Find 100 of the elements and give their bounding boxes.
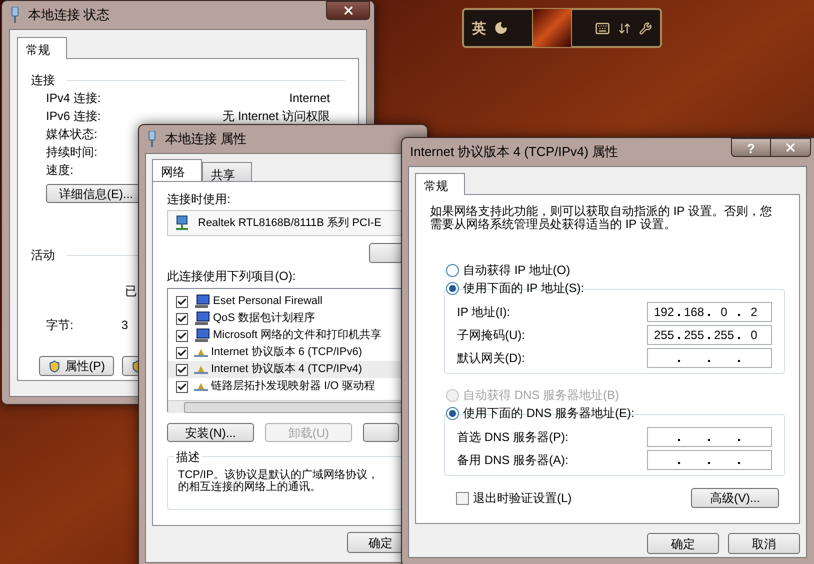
- field-label: 连接时使用:: [167, 191, 232, 208]
- checkbox[interactable]: [176, 330, 188, 342]
- protocol-icon: [194, 366, 208, 374]
- checkbox[interactable]: [456, 492, 469, 504]
- field-value: Internet: [289, 90, 330, 107]
- properties-item-button[interactable]: [363, 423, 399, 442]
- octet-separator: [708, 360, 710, 362]
- tab[interactable]: 常规: [17, 37, 67, 59]
- window-title: Internet 协议版本 4 (TCP/IPv4) 属性: [410, 143, 618, 162]
- ip-address-field[interactable]: [647, 348, 772, 368]
- close-icon: [342, 4, 354, 17]
- tab[interactable]: 共享: [202, 162, 252, 181]
- radio-label: 自动获得 IP 地址(O): [463, 262, 570, 279]
- wrench-icon[interactable]: [639, 22, 652, 34]
- window-title: 本地连接 属性: [165, 130, 247, 148]
- octet-text: 255: [714, 328, 734, 342]
- octet-separator: [708, 462, 710, 464]
- field-label: 持续时间:: [46, 144, 98, 161]
- keyboard-icon[interactable]: [595, 20, 610, 36]
- octet-text: 255: [684, 328, 704, 342]
- dialog-button[interactable]: 取消: [728, 533, 800, 554]
- ip-address-field[interactable]: 192 168 0 2: [647, 302, 772, 322]
- field-value: 无 Internet 访问权限: [222, 108, 330, 125]
- list-item[interactable]: Microsoft 网络的文件和打印机共享: [168, 327, 426, 344]
- list-item[interactable]: Internet 协议版本 6 (TCP/IPv6): [168, 344, 426, 361]
- radio-button[interactable]: [446, 264, 459, 276]
- tab[interactable]: 常规: [415, 173, 465, 195]
- protocol-icon: [194, 382, 208, 390]
- network-plug-icon: [147, 131, 157, 147]
- moon-icon[interactable]: [494, 21, 508, 35]
- item-label: Internet 协议版本 6 (TCP/IPv6): [211, 345, 362, 360]
- octet-separator: [738, 314, 740, 316]
- computer-icon: [194, 294, 210, 309]
- network-plug-icon: [10, 7, 20, 23]
- item-label: 链路层拓扑发现映射器 I/O 驱动程: [211, 379, 375, 394]
- advanced-button[interactable]: 高级(V)...: [691, 488, 779, 508]
- close-icon: [784, 141, 797, 154]
- protocol-icon: [194, 348, 208, 356]
- octet-separator: [678, 336, 680, 338]
- sent-label: 已: [125, 284, 137, 298]
- octet-separator: [678, 360, 680, 362]
- checkbox[interactable]: [176, 312, 188, 324]
- field-label: 子网掩码(U):: [457, 326, 525, 344]
- field-label: 首选 DNS 服务器(P):: [457, 428, 568, 446]
- octet-separator: [738, 360, 740, 362]
- description-text: 的相互连接的网络上的通讯。: [178, 481, 322, 493]
- octet-text: 0: [750, 328, 758, 342]
- ip-address-field[interactable]: [647, 450, 772, 470]
- network-adapter-icon: [174, 215, 190, 231]
- octet-separator: [708, 438, 710, 440]
- field-label: 媒体状态:: [46, 126, 98, 143]
- close-button[interactable]: [771, 138, 811, 157]
- shield-icon: [48, 360, 61, 372]
- radio-label: 使用下面的 DNS 服务器地址(E):: [463, 405, 634, 422]
- field-label: 此连接使用下列项目(O):: [167, 268, 297, 285]
- description-text: TCP/IP。该协议是默认的广域网络协议，: [178, 469, 380, 481]
- intro-text: 如果网络支持此功能，则可以获取自动指派的 IP 设置。否则，您需要从网络系统管理员处获得适当的 IP 设置。: [430, 205, 773, 231]
- tab[interactable]: 网络: [152, 159, 202, 181]
- properties-button[interactable]: 属性(P): [39, 356, 114, 376]
- list-action-button[interactable]: 安装(N)...: [167, 423, 254, 442]
- dialog-button[interactable]: 确定: [647, 533, 719, 554]
- octet-separator: [738, 462, 740, 464]
- computer-icon: [194, 311, 210, 326]
- checkbox[interactable]: [176, 380, 188, 392]
- octet-separator: [678, 462, 680, 464]
- octet-text: 2: [750, 304, 758, 318]
- ime-mode-button[interactable]: 英: [472, 18, 486, 38]
- octet-separator: [708, 336, 710, 338]
- octet-separator: [708, 314, 710, 316]
- item-label: Internet 协议版本 4 (TCP/IPv4): [211, 362, 362, 378]
- ip-address-field[interactable]: [647, 426, 772, 446]
- field-value: 3: [121, 317, 128, 334]
- item-label: QoS 数据包计划程序: [213, 310, 316, 326]
- adapter-name: Realtek RTL8168B/8111B 系列 PCI-E: [198, 216, 382, 231]
- checkbox[interactable]: [176, 364, 188, 376]
- item-label: Microsoft 网络的文件和打印机共享: [213, 328, 382, 344]
- field-label: 默认网关(D):: [457, 350, 525, 366]
- list-item[interactable]: 链路层拓扑发现映射器 I/O 驱动程: [168, 378, 426, 395]
- radio-label: 自动获得 DNS 服务器地址(B): [463, 387, 619, 404]
- field-label: 字节:: [46, 317, 74, 334]
- octet-text: 0: [720, 304, 728, 318]
- field-label: IPv6 连接:: [46, 108, 101, 125]
- octet-separator: [678, 438, 680, 440]
- octet-text: 192: [654, 304, 674, 318]
- radio-button[interactable]: [446, 406, 459, 420]
- list-item[interactable]: QoS 数据包计划程序: [168, 310, 426, 327]
- item-label: Eset Personal Firewall: [213, 294, 322, 310]
- octet-text: 255: [654, 328, 674, 342]
- arrows-icon[interactable]: [618, 22, 631, 34]
- computer-icon: [194, 328, 210, 343]
- checkbox[interactable]: [176, 296, 188, 308]
- octet-separator: [678, 314, 680, 316]
- list-item[interactable]: Eset Personal Firewall: [168, 293, 426, 310]
- ip-address-field[interactable]: 255 255 255 0: [647, 324, 772, 344]
- checkbox[interactable]: [176, 346, 188, 358]
- close-button[interactable]: [326, 1, 370, 20]
- field-label: 速度:: [46, 162, 74, 179]
- octet-text: 168: [684, 304, 704, 318]
- radio-button[interactable]: [446, 282, 459, 294]
- octet-separator: [738, 336, 740, 338]
